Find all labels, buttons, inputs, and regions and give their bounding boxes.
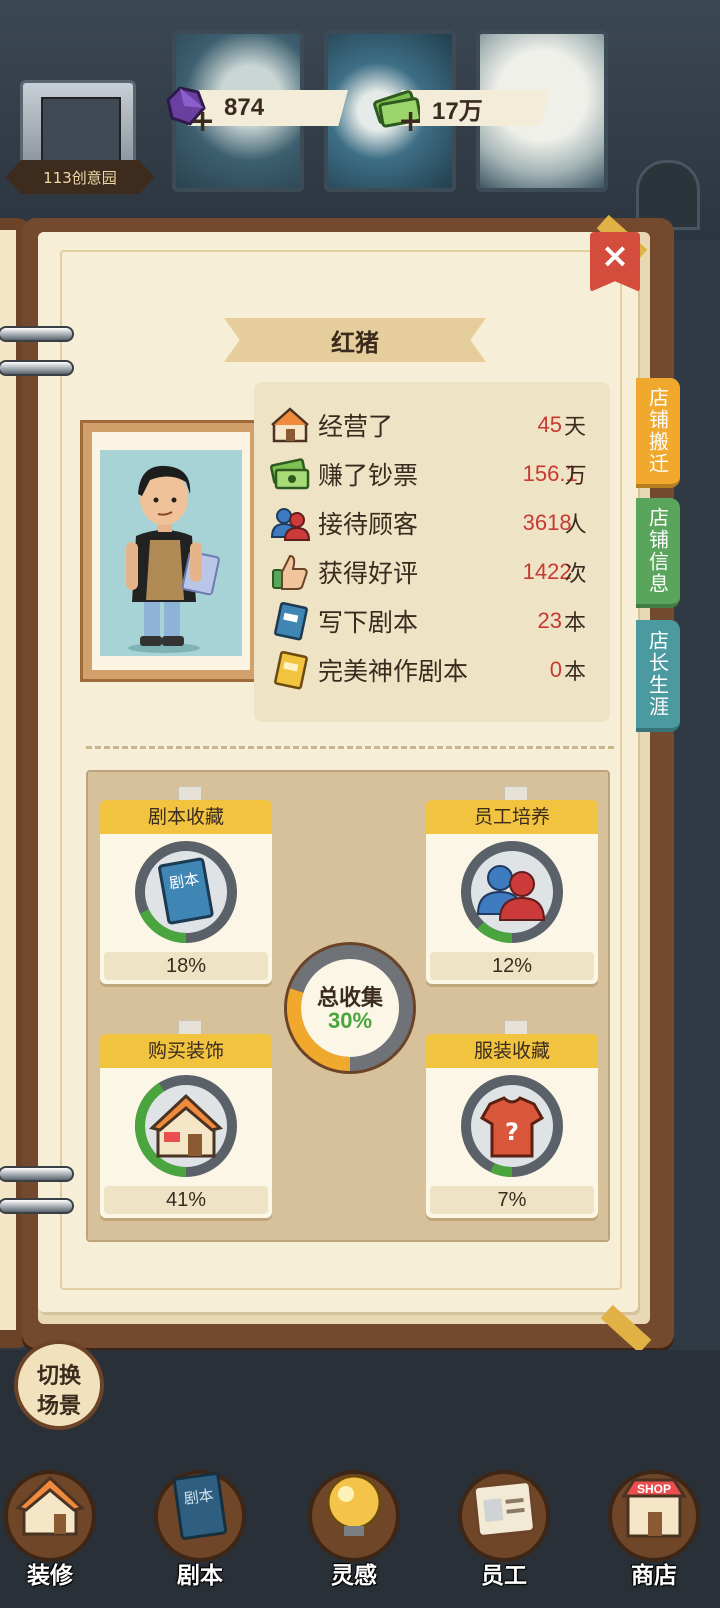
lightbulb-icon (326, 1474, 382, 1536)
id-badge-icon (472, 1480, 536, 1538)
tab-label: 店长生涯 (645, 630, 670, 718)
stat-label: 获得好评 (318, 559, 419, 588)
card-title: 购买装饰 (100, 1034, 272, 1068)
card-percent: 12% (491, 955, 533, 977)
total-collection-value: 30% (327, 1008, 373, 1033)
customers-icon (270, 508, 310, 541)
switch-scene-button[interactable]: 切换 场景 (14, 1340, 104, 1430)
gem-count: 874 (224, 94, 265, 121)
nav-label: 灵感 (331, 1563, 377, 1589)
nav-label: 装修 (27, 1563, 73, 1589)
house-icon (14, 1475, 86, 1536)
nav-label: 商店 (631, 1563, 677, 1589)
stat-label: 经营了 (318, 412, 394, 441)
stat-value: 23 (537, 608, 562, 633)
close-icon: × (600, 236, 630, 276)
shop-thumbnail[interactable] (20, 80, 136, 170)
nav-staff[interactable]: 员工 (454, 1460, 554, 1590)
nav-inspiration[interactable]: 灵感 (304, 1460, 404, 1590)
tab-store-info[interactable]: 店铺信息 (636, 498, 680, 608)
stat-scripts-written: 写下剧本 23 本 (270, 598, 590, 644)
player-name: 红猪 (331, 328, 379, 357)
stat-value: 0 (549, 657, 562, 682)
tab-manager-career[interactable]: 店长生涯 (636, 620, 680, 732)
script-collection-card[interactable]: 剧本收藏 剧本 18% (100, 786, 272, 984)
stat-unit: 本 (564, 611, 587, 636)
binder-ring (0, 326, 74, 342)
character-avatar[interactable] (100, 450, 242, 656)
house-icon (271, 407, 309, 443)
decor-purchase-progress (135, 1075, 237, 1177)
stat-value: 45 (537, 412, 562, 437)
stat-masterpiece-scripts: 完美神作剧本 0 本 (270, 647, 590, 693)
card-percent: 41% (165, 1189, 207, 1211)
stat-money-earned: 赚了钞票 156.1 万 (270, 451, 590, 497)
card-title: 员工培养 (426, 800, 598, 834)
question-mark-icon: ? (505, 1118, 519, 1146)
tab-label: 店铺信息 (645, 507, 670, 595)
card-title: 剧本收藏 (100, 800, 272, 834)
decor-purchase-card[interactable]: 购买装饰 41% (100, 1020, 272, 1218)
stat-unit: 天 (564, 415, 587, 440)
stat-value: 1422 (522, 559, 572, 584)
staff-training-progress (461, 841, 563, 943)
card-title: 服装收藏 (426, 1034, 598, 1068)
player-name-ribbon: 红猪 (224, 318, 486, 362)
stat-label: 赚了钞票 (318, 461, 419, 490)
cash-icon (270, 458, 310, 490)
nav-label: 员工 (481, 1563, 527, 1589)
tab-label: 店铺搬迁 (645, 387, 670, 475)
tab-store-relocation[interactable]: 店铺搬迁 (636, 378, 680, 488)
section-divider (86, 746, 614, 749)
binder-ring (0, 1198, 74, 1214)
nav-shop[interactable]: SHOP 商店 (604, 1460, 704, 1590)
shop-icon: SHOP (621, 1478, 687, 1538)
stat-unit: 人 (564, 513, 587, 538)
gold-script-icon (274, 650, 308, 690)
switch-scene-line2: 场景 (36, 1394, 81, 1419)
stat-unit: 本 (564, 660, 587, 685)
switch-scene-line1: 切换 (36, 1364, 81, 1389)
script-book-icon: 剧本 (172, 1472, 228, 1540)
outfit-collection-card[interactable]: 服装收藏 ? 7% (426, 1020, 598, 1218)
card-percent: 18% (165, 955, 207, 977)
stat-unit: 次 (564, 562, 587, 587)
shop-sign: SHOP (637, 1482, 671, 1496)
shop-name-banner: 113创意园 (6, 160, 154, 194)
nav-label: 剧本 (177, 1563, 223, 1589)
add-cash-button[interactable]: + (398, 104, 423, 139)
nav-scripts[interactable]: 剧本 剧本 (150, 1460, 250, 1590)
stat-customers-served: 接待顾客 3618 人 (270, 500, 590, 546)
add-gems-button[interactable]: + (190, 104, 215, 139)
shop-name: 113创意园 (43, 168, 117, 187)
total-collection: 总收集 30% (282, 940, 418, 1076)
staff-training-card[interactable]: 员工培养 12% (426, 786, 598, 984)
stat-unit: 万 (564, 464, 587, 489)
binder-ring (0, 360, 74, 376)
script-book-icon (274, 601, 308, 641)
cash-count: 17万 (432, 97, 483, 125)
stat-label: 接待顾客 (318, 510, 419, 539)
binder-ring (0, 1166, 74, 1182)
card-percent: 7% (497, 1189, 527, 1211)
nav-decorate[interactable]: 装修 (0, 1460, 100, 1590)
stat-label: 写下剧本 (318, 608, 419, 637)
stat-days-operated: 经营了 45 天 (270, 402, 590, 448)
stat-good-reviews: 获得好评 1422 次 (270, 549, 590, 595)
stat-value: 156.1 (522, 461, 578, 486)
stat-value: 3618 (522, 510, 572, 535)
outfit-collection-progress: ? (461, 1075, 563, 1177)
stat-label: 完美神作剧本 (318, 657, 469, 686)
thumbs-up-icon (272, 554, 308, 590)
script-collection-progress: 剧本 (135, 841, 237, 943)
